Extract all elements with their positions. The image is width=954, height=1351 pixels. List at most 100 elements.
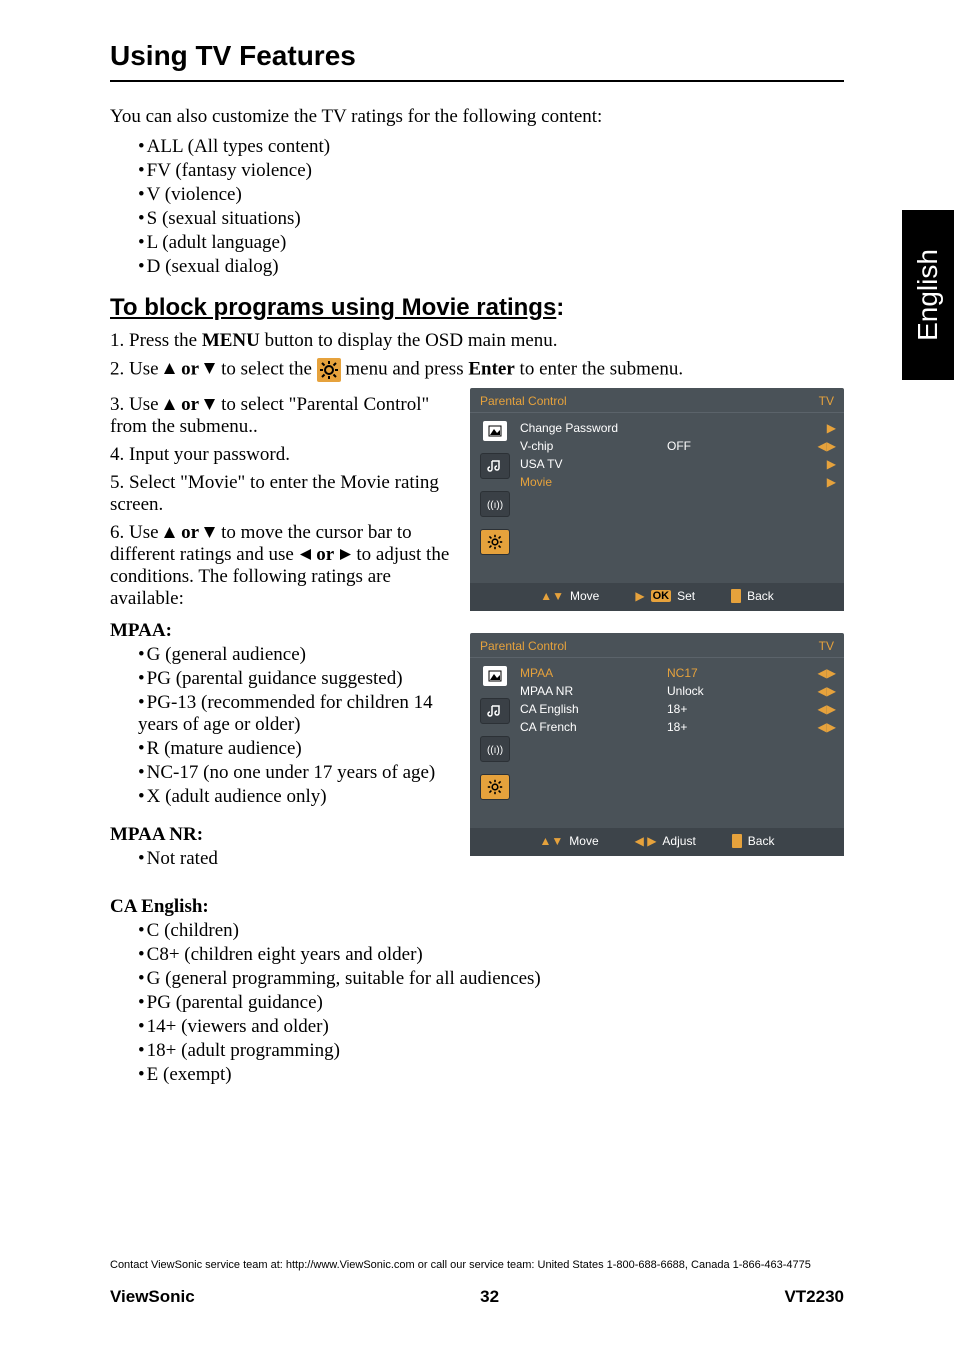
menu-keyword: MENU [202,330,260,351]
mpaa-nr-list: Not rated [138,848,450,870]
step-6: 6. Use or to move the cursor bar to diff… [110,522,450,610]
action-label: Set [677,589,695,603]
osd-row-arrow: ▶ [814,421,836,435]
osd-row-label-selected[interactable]: MPAA [520,666,661,680]
or-text: or [316,544,338,565]
list-item: G (general programming, suitable for all… [138,968,844,990]
content-ratings-list: ALL (All types content) FV (fantasy viol… [138,136,844,278]
footer-page-number: 32 [480,1287,499,1307]
mpaa-nr-heading: MPAA NR: [110,824,450,846]
list-item: ALL (All types content) [138,136,844,158]
svg-text:((ı)): ((ı)) [487,500,503,511]
osd-row-value [667,475,808,489]
footer-model: VT2230 [784,1287,844,1307]
list-item: 14+ (viewers and older) [138,1016,844,1038]
back-label: Back [748,834,775,848]
updown-icon: ▲▼ [540,589,564,603]
channel-tab-icon[interactable]: ((ı)) [480,491,510,517]
colon: : [556,294,564,321]
list-item: NC-17 (no one under 17 years of age) [138,762,450,784]
list-item: D (sexual dialog) [138,256,844,278]
osd-row-arrow: ◀▶ [814,720,836,734]
updown-icon: ▲▼ [540,834,564,848]
list-item: PG (parental guidance) [138,992,844,1014]
back-label: Back [747,589,774,603]
step-text: 1. Press the [110,330,202,351]
osd-row-value: Unlock [667,684,808,698]
ok-icon: OK [651,590,672,602]
osd-title: Parental Control [480,394,567,408]
osd-row-label-selected[interactable]: Movie [520,475,661,489]
settings-tab-icon[interactable] [480,529,510,555]
step-1: 1. Press the MENU button to display the … [110,330,844,352]
osd-row-value: 18+ [667,720,808,734]
triangle-up-icon [163,362,176,375]
step-4: 4. Input your password. [110,444,450,466]
osd-row-arrow: ◀▶ [814,666,836,680]
osd-panel-movie: Parental Control TV ((ı)) MPAANC17◀▶ MPA… [470,633,844,856]
back-icon [731,589,741,603]
section-heading: To block programs using Movie ratings: [110,294,844,322]
step-text: 3. Use [110,394,163,415]
triangle-down-icon [203,526,216,539]
osd-title: Parental Control [480,639,567,653]
list-item: FV (fantasy violence) [138,160,844,182]
or-text: or [181,394,203,415]
back-icon [732,834,742,848]
list-item: 18+ (adult programming) [138,1040,844,1062]
osd-row-arrow: ◀▶ [814,684,836,698]
language-side-tab: English [902,210,954,380]
step-3: 3. Use or to select "Parental Control" f… [110,394,450,438]
osd-row-label[interactable]: V-chip [520,439,661,453]
audio-tab-icon[interactable] [480,453,510,479]
step-text: menu and press [345,358,468,379]
list-item: L (adult language) [138,232,844,254]
step-text: to select the [221,358,317,379]
contact-footer: Contact ViewSonic service team at: http:… [110,1259,844,1271]
steps-list-cont: 3. Use or to select "Parental Control" f… [110,394,450,610]
picture-tab-icon[interactable] [483,666,507,686]
osd-row-label[interactable]: CA French [520,720,661,734]
or-text: or [181,358,203,379]
audio-tab-icon[interactable] [480,698,510,724]
osd-row-label[interactable]: Change Password [520,421,661,435]
intro-text: You can also customize the TV ratings fo… [110,106,844,128]
osd-row-arrow: ▶ [814,457,836,471]
or-text: or [181,522,203,543]
channel-tab-icon[interactable]: ((ı)) [480,736,510,762]
step-text: button to display the OSD main menu. [260,330,558,351]
right-icon: ▶ [635,589,644,603]
osd-tab-strip: ((ı)) [478,421,512,575]
osd-footer: ▲▼Move ◀ ▶Adjust Back [470,828,844,856]
list-item: E (exempt) [138,1064,844,1086]
osd-row-value: OFF [667,439,808,453]
picture-tab-icon[interactable] [483,421,507,441]
title-rule [110,80,844,82]
osd-row-arrow: ◀▶ [814,702,836,716]
osd-row-label[interactable]: USA TV [520,457,661,471]
mpaa-list: G (general audience) PG (parental guidan… [138,644,450,808]
osd-row-label[interactable]: MPAA NR [520,684,661,698]
osd-row-label[interactable]: CA English [520,702,661,716]
settings-tab-icon[interactable] [480,774,510,800]
triangle-left-icon [299,548,312,561]
step-text: to enter the submenu. [515,358,683,379]
triangle-up-icon [163,526,176,539]
step-text: 2. Use [110,358,163,379]
list-item: Not rated [138,848,450,870]
list-item: PG-13 (recommended for children 14 years… [138,692,450,736]
step-5: 5. Select "Movie" to enter the Movie rat… [110,472,450,516]
section-heading-text: To block programs using Movie ratings [110,294,556,321]
action-label: Adjust [662,834,695,848]
osd-menu-list: MPAANC17◀▶ MPAA NRUnlock◀▶ CA English18+… [520,666,836,820]
ca-english-heading: CA English: [110,896,844,918]
triangle-right-icon [339,548,352,561]
page-title: Using TV Features [110,40,844,72]
list-item: X (adult audience only) [138,786,450,808]
list-item: G (general audience) [138,644,450,666]
footer-brand: ViewSonic [110,1287,195,1307]
move-label: Move [570,589,599,603]
enter-keyword: Enter [468,358,514,379]
list-item: C8+ (children eight years and older) [138,944,844,966]
page-footer: ViewSonic 32 VT2230 [110,1287,844,1307]
